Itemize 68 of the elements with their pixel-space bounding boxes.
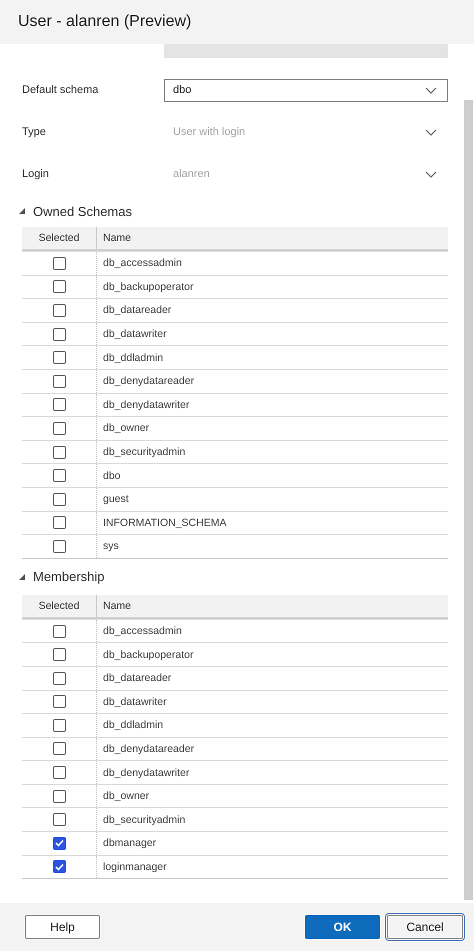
table-cell-text: db_datawriter: [102, 696, 168, 708]
table-cell-text: guest: [102, 493, 130, 506]
section-heading: Membership: [33, 569, 105, 584]
checkbox[interactable]: [52, 860, 66, 874]
checkbox[interactable]: [52, 328, 66, 341]
checkbox[interactable]: [52, 766, 66, 780]
table-cell-text: db_denydatawriter: [102, 398, 190, 411]
checkbox[interactable]: [52, 398, 66, 412]
help-button[interactable]: Help: [25, 915, 100, 939]
ok-button[interactable]: OK: [305, 915, 380, 939]
table-cell-text: db_securityadmin: [102, 446, 186, 458]
table-cell-text: db_datareader: [102, 672, 172, 684]
table-cell-text: db_ddladmin: [102, 719, 164, 732]
table-cell-text: db_ddladmin: [102, 352, 164, 364]
checkbox[interactable]: [52, 624, 66, 638]
checkbox[interactable]: [52, 648, 66, 662]
checkbox[interactable]: [52, 516, 66, 530]
table-cell-text: db_denydatawriter: [102, 766, 190, 779]
field-label: Login: [22, 168, 50, 180]
checkbox[interactable]: [52, 742, 66, 756]
dialog-title: User - alanren (Preview): [18, 13, 192, 31]
checkbox[interactable]: [52, 718, 66, 732]
table-cell-text: db_denydatareader: [102, 375, 196, 388]
column-header: Name: [102, 600, 132, 612]
checkbox[interactable]: [52, 790, 66, 803]
table-cell-text: db_accessadmin: [102, 257, 183, 270]
dropdown-field[interactable]: dbo: [164, 78, 448, 102]
table-cell-text: db_backupoperator: [102, 648, 194, 661]
checkbox[interactable]: [52, 695, 66, 708]
table-cell-text: db_accessadmin: [102, 625, 183, 638]
table-cell-text: db_datareader: [102, 304, 172, 316]
table-cell-text: db_denydatareader: [102, 742, 196, 755]
collapse-triangle-icon[interactable]: [19, 208, 25, 214]
field-label: Default schema: [22, 84, 100, 96]
scrollbar-thumb[interactable]: [464, 100, 473, 900]
checkbox[interactable]: [52, 540, 66, 553]
checkbox[interactable]: [52, 422, 66, 435]
table-cell-text: sys: [102, 540, 120, 552]
table-cell-text: db_backupoperator: [102, 280, 194, 293]
chevron-down-icon: [425, 86, 437, 94]
column-header: Selected: [38, 232, 80, 244]
column-header: Selected: [38, 600, 80, 612]
table-cell-text: dbo: [102, 470, 122, 482]
chevron-down-icon: [425, 170, 437, 178]
chevron-down-icon: [425, 128, 437, 136]
cancel-button[interactable]: Cancel: [387, 915, 463, 939]
column-header: Name: [102, 232, 132, 244]
checkbox[interactable]: [52, 672, 66, 685]
checkbox[interactable]: [52, 304, 66, 317]
table-cell-text: db_owner: [102, 790, 150, 802]
table-cell-text: loginmanager: [102, 860, 168, 873]
checkbox[interactable]: [52, 446, 66, 459]
collapse-triangle-icon[interactable]: [19, 574, 25, 580]
checkbox[interactable]: [52, 280, 66, 294]
checkbox[interactable]: [52, 469, 66, 482]
checkbox[interactable]: [52, 256, 66, 270]
section-heading: Owned Schemas: [33, 204, 132, 218]
checkbox[interactable]: [52, 374, 66, 388]
checkbox[interactable]: [52, 836, 66, 850]
checkbox[interactable]: [52, 351, 66, 364]
checkbox[interactable]: [52, 492, 66, 506]
field-label: Type: [22, 126, 47, 138]
checkbox[interactable]: [52, 813, 66, 826]
table-cell-text: db_securityadmin: [102, 814, 186, 826]
table-cell-text: INFORMATION_SCHEMA: [102, 516, 228, 529]
table-cell-text: dbmanager: [102, 837, 158, 850]
table-cell-text: db_owner: [102, 422, 150, 434]
table-cell-text: db_datawriter: [102, 328, 168, 340]
